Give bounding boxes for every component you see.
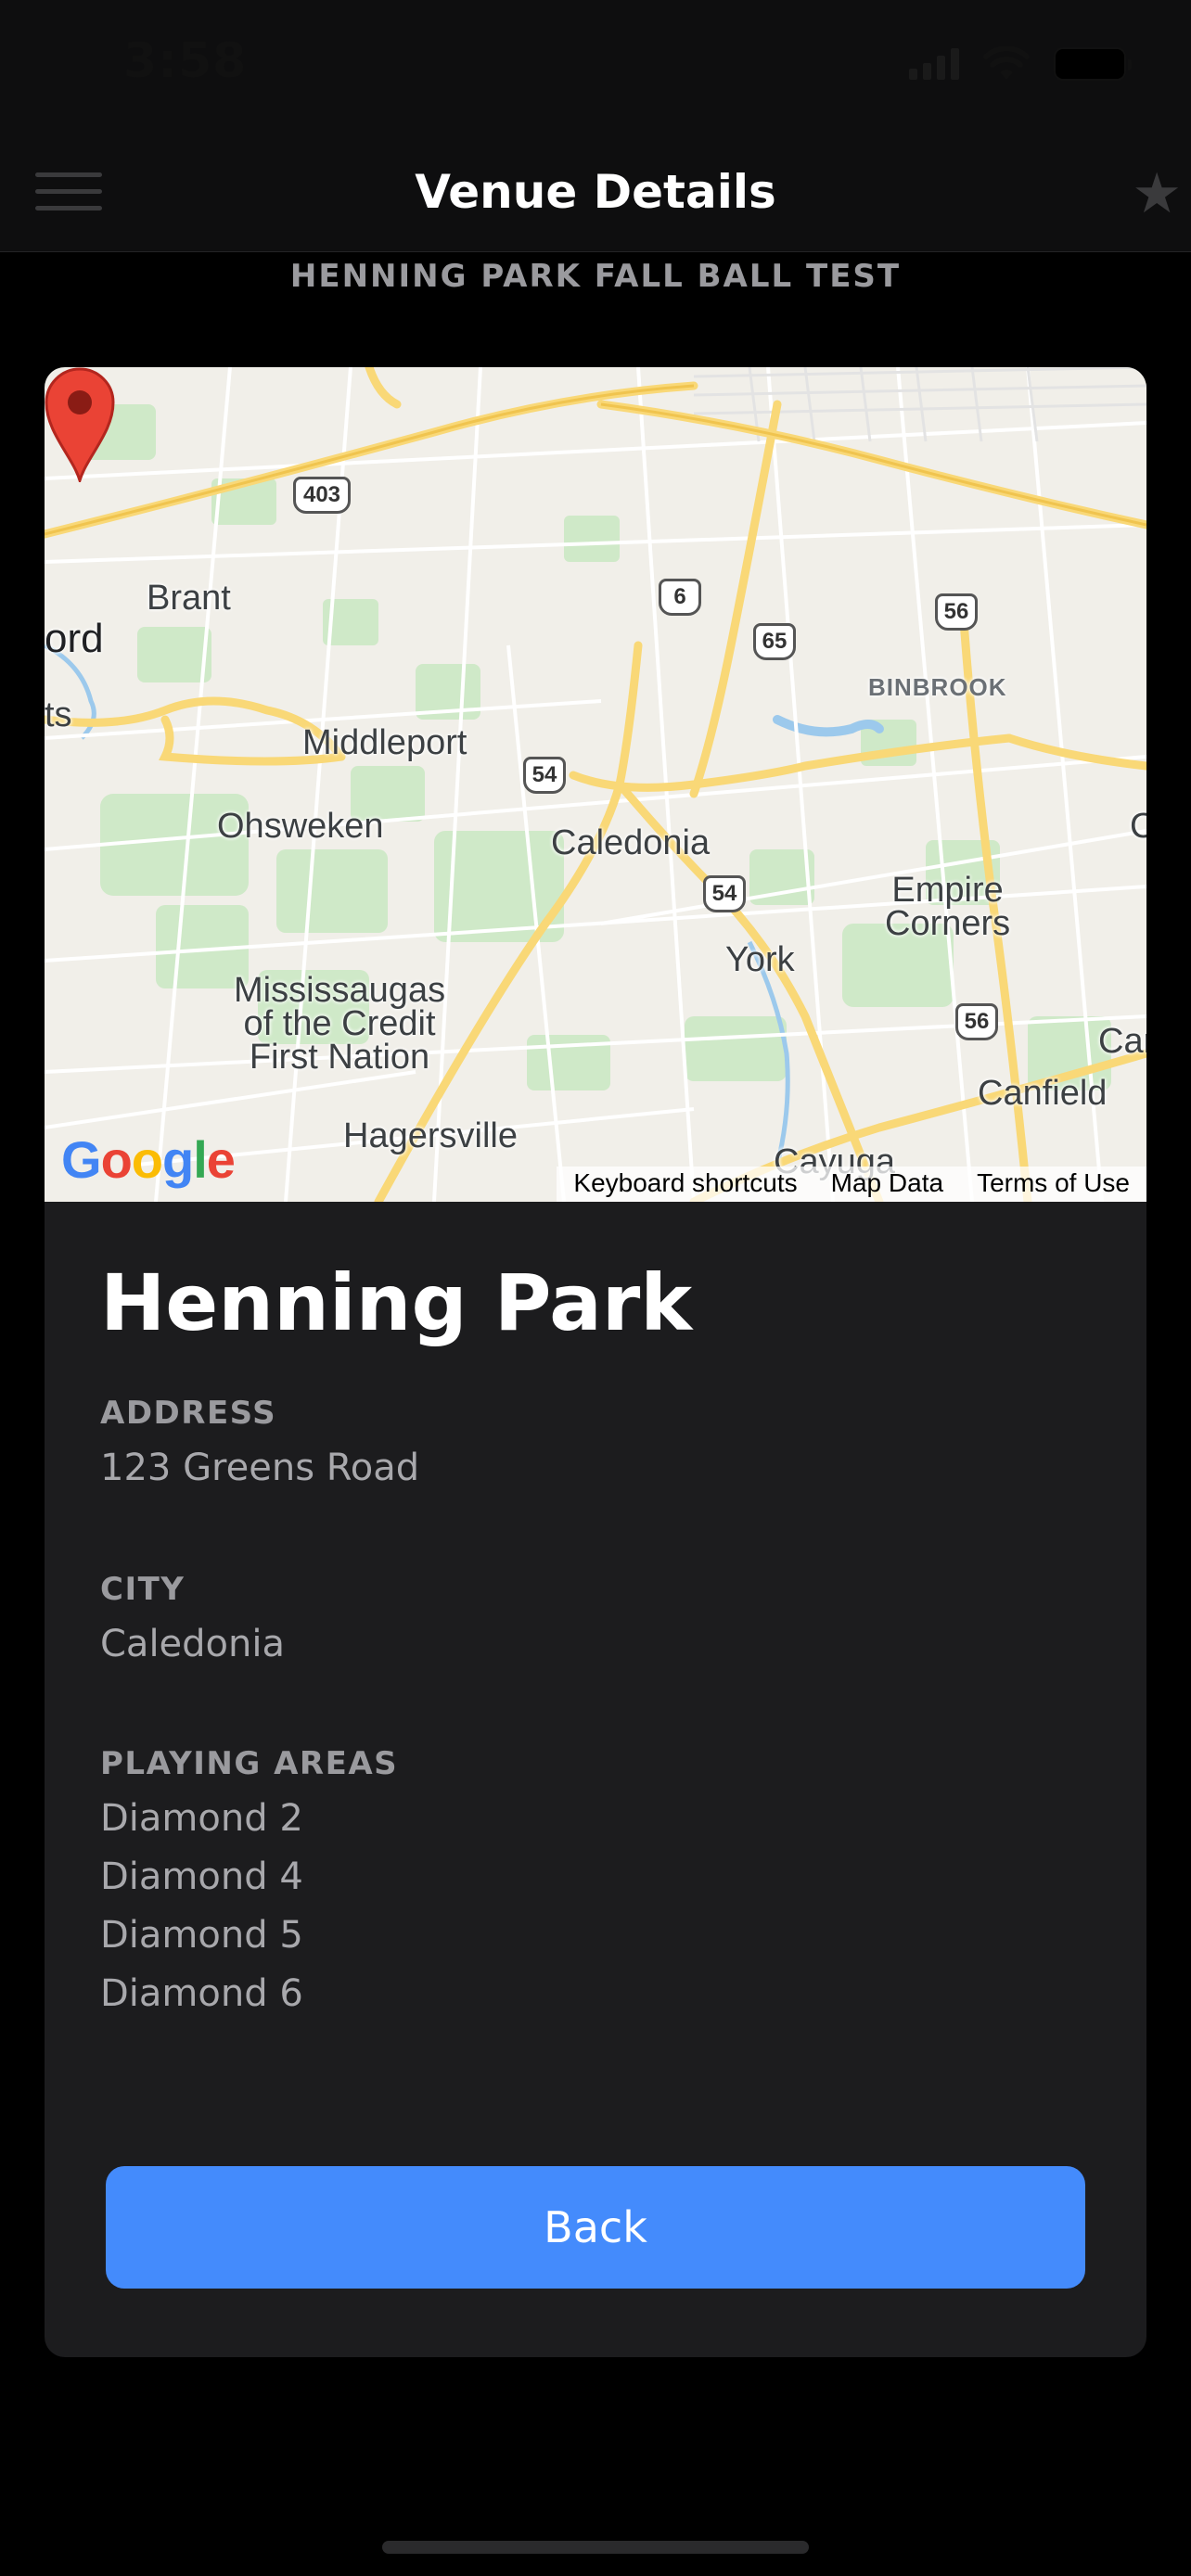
playing-area-item: Diamond 5 xyxy=(100,1914,303,1957)
home-indicator[interactable] xyxy=(382,2541,809,2554)
route-shield-403: 403 xyxy=(293,477,351,514)
battery-icon xyxy=(1054,47,1132,81)
nav-bar: Venue Details ★ xyxy=(0,139,1191,252)
city-value: Caledonia xyxy=(100,1623,286,1665)
map-label-middleport: Middleport xyxy=(302,723,467,762)
playing-area-item: Diamond 2 xyxy=(100,1797,303,1840)
venue-name: Henning Park xyxy=(100,1257,693,1348)
favorite-star-icon[interactable]: ★ xyxy=(1132,161,1182,226)
city-label: CITY xyxy=(100,1571,186,1608)
google-logo: Google xyxy=(61,1130,236,1189)
map-label-canfield: Canfield xyxy=(978,1074,1108,1113)
map-label-mississaugas: Mississaugas of the Credit First Nation xyxy=(234,971,446,1077)
map-label-empire-corners: Empire Corners xyxy=(885,871,1011,943)
map-view[interactable]: Brant ord ts Middleport Ohsweken Caledon… xyxy=(45,367,1146,1202)
map-label-car: Car xyxy=(1098,1022,1146,1061)
map-label-brant: Brant xyxy=(147,579,231,618)
route-shield-65: 65 xyxy=(753,623,796,660)
status-icons xyxy=(909,46,1132,82)
address-value: 123 Greens Road xyxy=(100,1447,420,1489)
status-time: 3:58 xyxy=(123,33,248,89)
route-shield-56-north: 56 xyxy=(935,593,978,631)
back-button[interactable]: Back xyxy=(106,2166,1085,2289)
venue-card: Brant ord ts Middleport Ohsweken Caledon… xyxy=(45,367,1146,2357)
address-label: ADDRESS xyxy=(100,1395,277,1432)
map-label-c: C xyxy=(1130,807,1146,846)
map-label-ts: ts xyxy=(45,695,72,734)
map-label-ohsweken: Ohsweken xyxy=(217,807,384,846)
map-data-link[interactable]: Map Data xyxy=(814,1167,960,1202)
map-footer: Keyboard shortcuts Map Data Terms of Use xyxy=(557,1167,1146,1202)
screen: 3:58 Venue Details ★ HENNING PARK FALL B… xyxy=(0,0,1191,2576)
terms-of-use-link[interactable]: Terms of Use xyxy=(960,1167,1146,1202)
route-shield-54-east: 54 xyxy=(703,875,746,912)
signal-icon xyxy=(909,48,959,80)
route-shield-56-south: 56 xyxy=(955,1003,998,1040)
playing-areas-label: PLAYING AREAS xyxy=(100,1745,399,1782)
page-title: Venue Details xyxy=(415,165,776,219)
map-label-hagersville: Hagersville xyxy=(343,1116,518,1155)
route-shield-54-west: 54 xyxy=(523,757,566,794)
map-label-ford: ord xyxy=(45,616,104,661)
playing-area-item: Diamond 4 xyxy=(100,1855,303,1898)
map-label-caledonia: Caledonia xyxy=(551,823,711,862)
location-pin-icon[interactable] xyxy=(45,367,115,482)
status-bar: 3:58 xyxy=(0,0,1191,139)
wifi-icon xyxy=(983,46,1030,80)
keyboard-shortcuts-link[interactable]: Keyboard shortcuts xyxy=(557,1167,813,1202)
route-shield-6: 6 xyxy=(659,579,701,616)
event-subtitle: HENNING PARK FALL BALL TEST xyxy=(289,258,902,295)
map-label-binbrook: BINBROOK xyxy=(868,673,1007,701)
playing-area-item: Diamond 6 xyxy=(100,1972,303,2015)
map-label-york: York xyxy=(725,940,795,979)
